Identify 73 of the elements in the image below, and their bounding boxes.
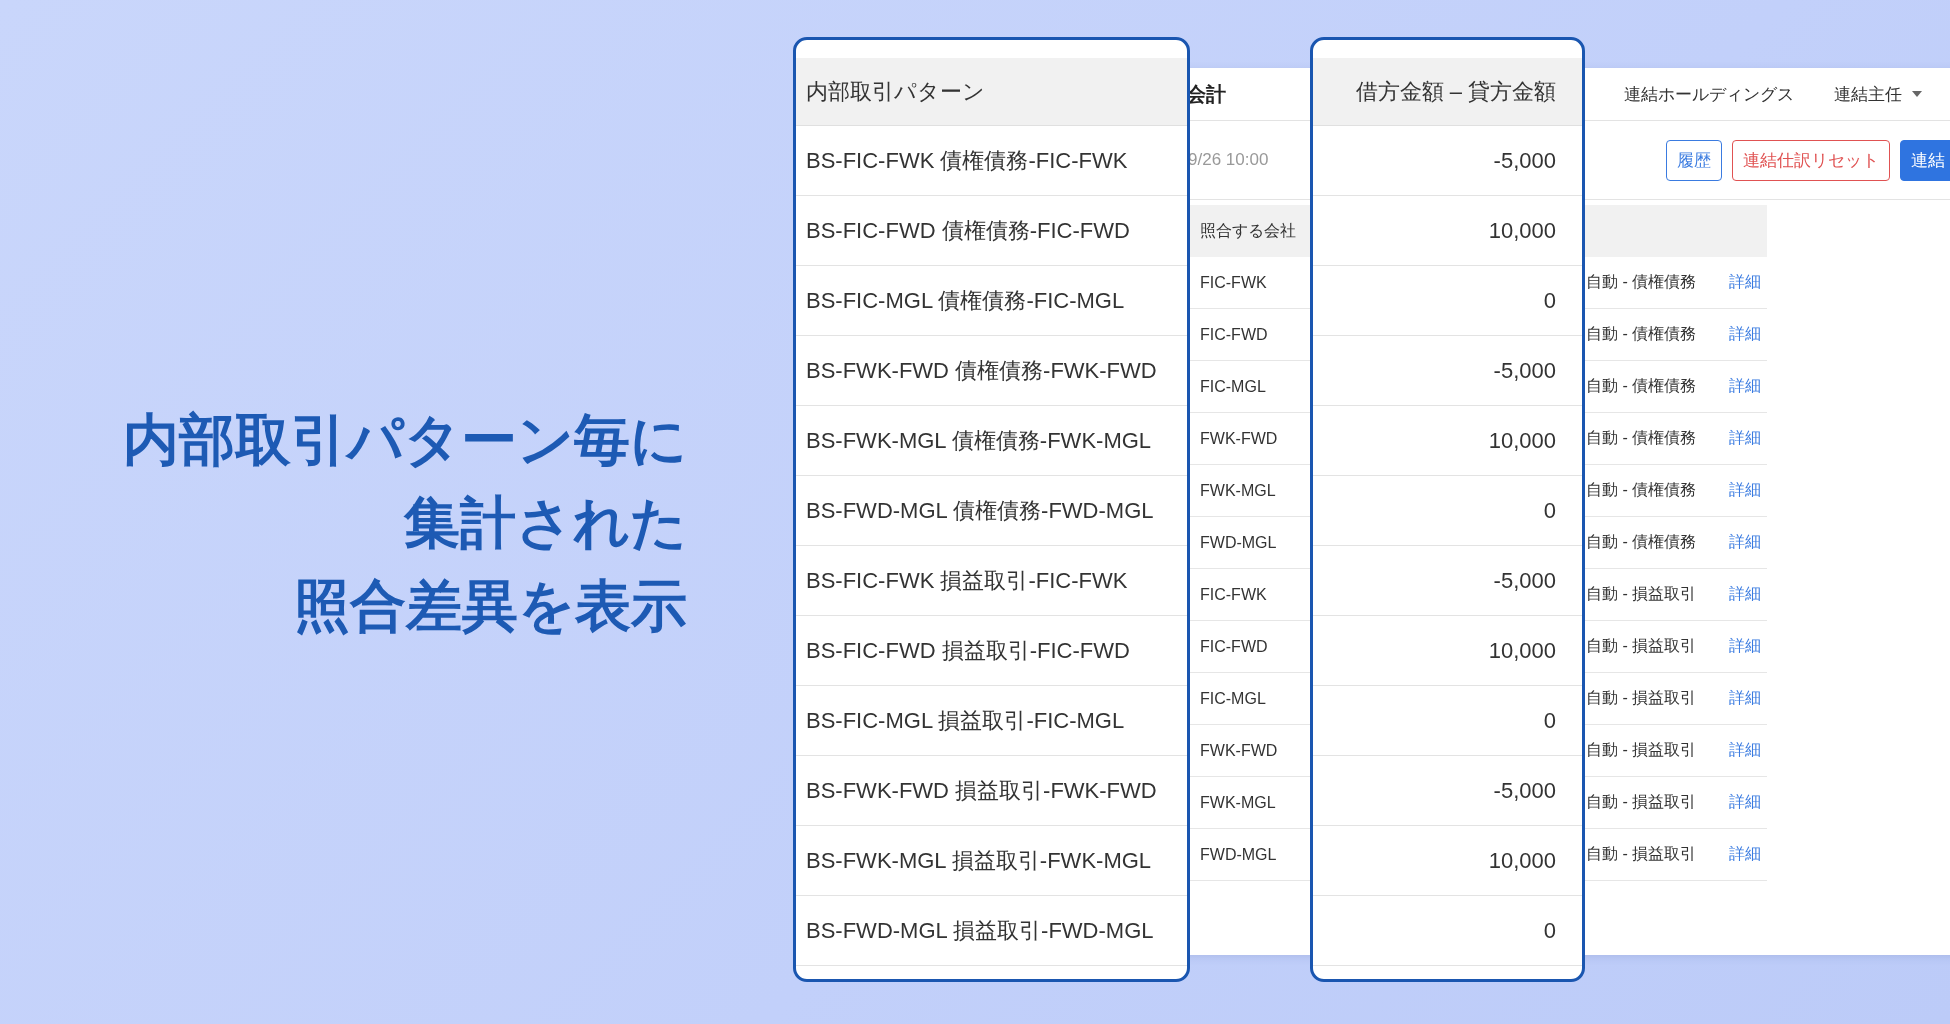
detail-link[interactable]: 詳細 bbox=[1729, 428, 1761, 449]
table-cell: BS-FIC-FWD 債権債務-FIC-FWD bbox=[796, 196, 1187, 266]
caret-icon[interactable] bbox=[1912, 91, 1922, 97]
user-menu[interactable]: 連結主任 bbox=[1834, 82, 1902, 106]
headline-line: 内部取引パターン毎に bbox=[123, 407, 687, 473]
table-cell-text: 自動 - 債権債務 bbox=[1586, 480, 1698, 500]
table-cell: 10,000 bbox=[1313, 616, 1582, 686]
detail-link[interactable]: 詳細 bbox=[1729, 636, 1761, 657]
table-cell: BS-FWD-MGL 債権債務-FWD-MGL bbox=[796, 476, 1187, 546]
table-cell-text: 自動 - 債権債務 bbox=[1586, 428, 1698, 448]
detail-link[interactable]: 詳細 bbox=[1729, 272, 1761, 293]
table-cell-text: FIC-MGL bbox=[1199, 689, 1267, 708]
table-cell-text: FIC-FWK bbox=[1199, 585, 1268, 604]
table-cell: 0 bbox=[1313, 686, 1582, 756]
table-cell: -5,000 bbox=[1313, 546, 1582, 616]
table-cell: 10,000 bbox=[1313, 406, 1582, 476]
table-cell: BS-FIC-MGL 債権債務-FIC-MGL bbox=[796, 266, 1187, 336]
action-button[interactable]: 連結 bbox=[1900, 139, 1950, 181]
headline-line: 照合差異を表示 bbox=[294, 573, 687, 639]
table-cell: 10,000 bbox=[1313, 196, 1582, 266]
table-cell-text: FIC-MGL bbox=[1199, 377, 1267, 396]
table-cell-text: FWK-MGL bbox=[1199, 793, 1277, 812]
table-cell-text: FWK-FWD bbox=[1199, 429, 1279, 448]
column-header: 内部取引パターン bbox=[796, 58, 1187, 126]
detail-link[interactable]: 詳細 bbox=[1729, 792, 1761, 813]
table-cell-text: 自動 - 損益取引 bbox=[1586, 688, 1698, 708]
table-cell-text: FWD-MGL bbox=[1199, 845, 1278, 864]
table-cell-text: FWK-FWD bbox=[1199, 741, 1279, 760]
table-cell-text: 自動 - 損益取引 bbox=[1586, 636, 1698, 656]
headline-line: 集計された bbox=[404, 490, 687, 556]
table-cell-text: 自動 - 損益取引 bbox=[1586, 584, 1698, 604]
table-cell-text: 自動 - 損益取引 bbox=[1586, 792, 1698, 812]
detail-link[interactable]: 詳細 bbox=[1729, 740, 1761, 761]
table-cell: 0 bbox=[1313, 896, 1582, 966]
table-cell: 0 bbox=[1313, 266, 1582, 336]
table-cell-text: FIC-FWD bbox=[1199, 325, 1269, 344]
column-header: 借方金額 – 貸方金額 bbox=[1313, 58, 1582, 126]
table-cell-text: FWD-MGL bbox=[1199, 533, 1278, 552]
detail-link[interactable]: 詳細 bbox=[1729, 376, 1761, 397]
action-button[interactable]: 履歴 bbox=[1666, 139, 1722, 181]
detail-link[interactable]: 詳細 bbox=[1729, 480, 1761, 501]
table-cell: BS-FWK-FWD 債権債務-FWK-FWD bbox=[796, 336, 1187, 406]
table-cell: BS-FIC-FWD 損益取引-FIC-FWD bbox=[796, 616, 1187, 686]
table-cell-text: 自動 - 債権債務 bbox=[1586, 376, 1698, 396]
table-cell: BS-FWD-MGL 損益取引-FWD-MGL bbox=[796, 896, 1187, 966]
table-cell-text: FIC-FWD bbox=[1199, 637, 1269, 656]
table-cell: 10,000 bbox=[1313, 826, 1582, 896]
table-cell: BS-FIC-MGL 損益取引-FIC-MGL bbox=[796, 686, 1187, 756]
table-cell: 0 bbox=[1313, 476, 1582, 546]
detail-link[interactable]: 詳細 bbox=[1729, 584, 1761, 605]
table-cell-text: 自動 - 損益取引 bbox=[1586, 740, 1698, 760]
column-header: 照合する会社 bbox=[1199, 220, 1297, 241]
table-cell-text: FWK-MGL bbox=[1199, 481, 1277, 500]
table-cell: -5,000 bbox=[1313, 756, 1582, 826]
table-cell-text: 自動 - 損益取引 bbox=[1586, 844, 1698, 864]
table-cell-text: 自動 - 債権債務 bbox=[1586, 532, 1698, 552]
table-cell: BS-FIC-FWK 債権債務-FIC-FWK bbox=[796, 126, 1187, 196]
table-cell-text: FIC-FWK bbox=[1199, 273, 1268, 292]
detail-link[interactable]: 詳細 bbox=[1729, 532, 1761, 553]
table-cell: BS-FWK-MGL 債権債務-FWK-MGL bbox=[796, 406, 1187, 476]
table-cell-text: 自動 - 債権債務 bbox=[1586, 272, 1698, 292]
detail-link[interactable]: 詳細 bbox=[1729, 844, 1761, 865]
table-cell: BS-FWK-FWD 損益取引-FWK-FWD bbox=[796, 756, 1187, 826]
detail-link[interactable]: 詳細 bbox=[1729, 688, 1761, 709]
table-cell: BS-FWK-MGL 損益取引-FWK-MGL bbox=[796, 826, 1187, 896]
company-name[interactable]: 連結ホールディングス bbox=[1624, 82, 1794, 106]
table-cell-text: 自動 - 債権債務 bbox=[1586, 324, 1698, 344]
timestamp: 9/26 10:00 bbox=[1187, 150, 1269, 170]
action-button[interactable]: 連結仕訳リセット bbox=[1732, 139, 1890, 181]
table-cell: -5,000 bbox=[1313, 336, 1582, 406]
table-cell: -5,000 bbox=[1313, 126, 1582, 196]
detail-link[interactable]: 詳細 bbox=[1729, 324, 1761, 345]
table-cell: BS-FIC-FWK 損益取引-FIC-FWK bbox=[796, 546, 1187, 616]
